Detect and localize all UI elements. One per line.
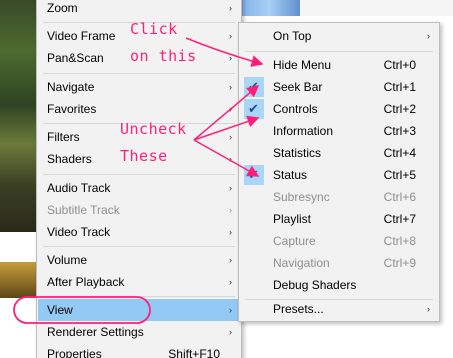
click-arrow [185, 37, 264, 67]
annotation-on-this: on this [130, 47, 197, 65]
view-highlight-ellipse [13, 296, 151, 324]
annotation-click: Click [130, 20, 178, 38]
annotation-arrows [13, 37, 264, 324]
annotation-these: These [120, 147, 168, 165]
uncheck-arrow-seek-bar [193, 85, 260, 141]
uncheck-arrow-controls [193, 115, 260, 141]
uncheck-arrow-status [193, 139, 260, 177]
annotation-uncheck: Uncheck [120, 120, 187, 138]
